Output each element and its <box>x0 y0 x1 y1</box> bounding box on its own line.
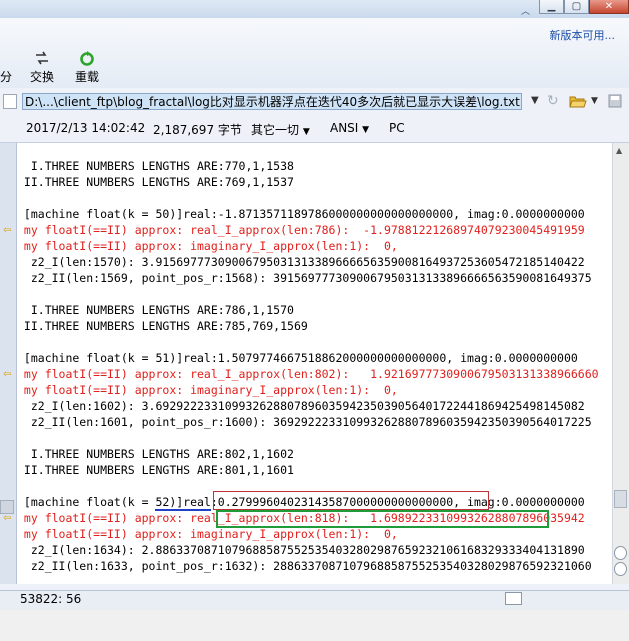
text-line: I.THREE NUMBERS LENGTHS ARE:770,1,1538 <box>17 159 294 173</box>
text-line: II.THREE NUMBERS LENGTHS ARE:785,769,156… <box>17 319 308 333</box>
status-bar <box>0 590 629 611</box>
text-line: z2_II(len:1569, point_pos_r:1568): 39156… <box>17 271 592 285</box>
text-line: I.THREE NUMBERS LENGTHS ARE:802,1,1602 <box>17 447 294 461</box>
file-path-input[interactable]: D:\...\client_ftp\blog_fractal\log比对显示机器… <box>22 93 522 110</box>
chevron-down-icon: ▼ <box>362 125 370 135</box>
line-ending-label[interactable]: PC <box>389 121 405 135</box>
text-line-diff: my floatI(==II) approx: imaginary_I_appr… <box>17 239 398 253</box>
scroll-up-icon[interactable]: ▲ <box>616 146 622 155</box>
text-line: I.THREE NUMBERS LENGTHS ARE:786,1,1570 <box>17 303 294 317</box>
reload-icon <box>80 51 94 66</box>
text-line: II.THREE NUMBERS LENGTHS ARE:769,1,1537 <box>17 175 294 189</box>
annotation-green-box <box>216 510 549 528</box>
text-line: II.THREE NUMBERS LENGTHS ARE:801,1,1601 <box>17 463 294 477</box>
swap-icon <box>36 51 48 65</box>
chevron-down-icon[interactable]: ▼ <box>591 96 598 106</box>
save-icon[interactable] <box>608 94 622 108</box>
text-line: z2_I(len:1570): 3.9156977730900679503131… <box>17 255 585 269</box>
redo-arrow-icon[interactable]: ↻ <box>547 93 559 109</box>
text-line: [machine float(k = 51)]real:1.5079774667… <box>17 351 578 365</box>
new-version-link[interactable]: 新版本可用... <box>550 27 616 43</box>
close-button[interactable]: ✕ <box>589 0 629 14</box>
chevron-up-icon[interactable]: ︿ <box>521 4 530 17</box>
swap-label: 交换 <box>30 70 55 84</box>
text-line-diff: my floatI(==II) approx: imaginary_I_appr… <box>17 527 398 541</box>
text-line-diff: my floatI(==II) approx: real_I_approx(le… <box>17 223 585 237</box>
arrow-left-icon: ⇦ <box>3 513 12 524</box>
nav-circle-icon[interactable] <box>614 546 627 560</box>
text-line: z2_II(len:1601, point_pos_r:1600): 36929… <box>17 415 592 429</box>
annotation-red-box <box>213 491 489 510</box>
encoding-label: ANSI <box>330 121 359 135</box>
arrow-left-icon: ⇦ <box>3 225 12 236</box>
other-dropdown-label: 其它一切 <box>251 123 300 137</box>
chevron-down-icon[interactable]: ▼ <box>531 95 539 106</box>
folder-open-icon[interactable] <box>569 94 587 109</box>
nav-circle-icon[interactable] <box>614 562 627 576</box>
encoding-dropdown[interactable]: ANSI ▼ <box>330 121 369 135</box>
partial-toolbar-label[interactable]: 分 <box>0 68 12 85</box>
file-page-icon <box>3 94 17 109</box>
text-line-diff: my floatI(==II) approx: real_I_approx(le… <box>17 367 599 381</box>
status-box[interactable] <box>505 592 522 605</box>
arrow-left-icon: ⇦ <box>3 369 12 380</box>
text-line-diff: my floatI(==II) approx: imaginary_I_appr… <box>17 383 398 397</box>
cursor-position: 53822: 56 <box>20 592 82 606</box>
gutter-scroll-thumb[interactable] <box>0 500 14 514</box>
text-line: z2_II(len:1633, point_pos_r:1632): 28863… <box>17 559 592 573</box>
annotation-underline <box>155 509 211 511</box>
window-bottom <box>0 610 629 641</box>
title-bar <box>0 0 629 18</box>
text-line: z2_I(len:1602): 3.6929222331099326288078… <box>17 399 585 413</box>
chevron-down-icon: ▼ <box>302 127 310 137</box>
file-datetime: 2017/2/13 14:02:42 <box>26 121 146 135</box>
reload-label: 重载 <box>75 70 100 84</box>
reload-button[interactable]: 重载 <box>72 48 102 88</box>
file-size: 2,187,697 字节 <box>153 123 242 137</box>
text-content-pane[interactable]: I.THREE NUMBERS LENGTHS ARE:770,1,1538 I… <box>17 143 612 584</box>
minimize-button[interactable]: ▁ <box>539 0 564 14</box>
maximize-button[interactable]: ▢ <box>564 0 589 14</box>
text-line: z2_I(len:1634): 2.8863370871079688587552… <box>17 543 585 557</box>
other-dropdown[interactable]: 其它一切 ▼ <box>251 121 310 138</box>
scrollbar-thumb[interactable] <box>614 490 627 508</box>
text-line: [machine float(k = 50)]real:-1.871357118… <box>17 207 585 221</box>
vertical-scrollbar[interactable] <box>612 143 629 584</box>
swap-button[interactable]: 交换 <box>28 48 56 88</box>
